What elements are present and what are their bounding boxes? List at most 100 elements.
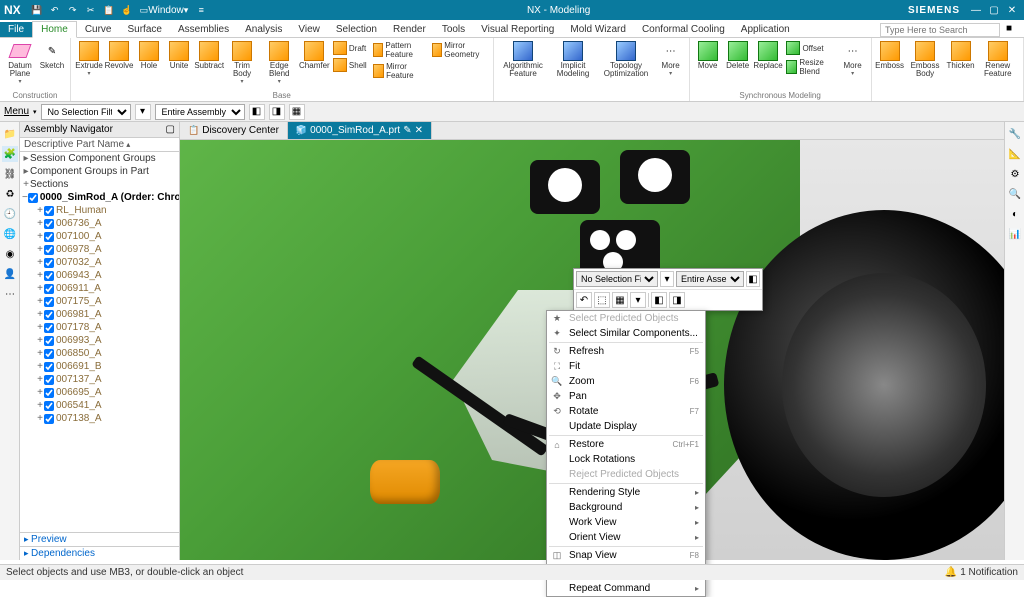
float-scope-dropdown[interactable]: Entire Assembly bbox=[676, 271, 744, 287]
tree-part-node[interactable]: +006978_A bbox=[20, 243, 179, 256]
cut-icon[interactable]: ✂ bbox=[83, 2, 99, 18]
tree-part-node[interactable]: +006541_A bbox=[20, 399, 179, 412]
window-menu[interactable]: ▭ Window ▾ bbox=[137, 2, 192, 18]
ctx-snap-view[interactable]: ◫Snap ViewF8 bbox=[547, 548, 705, 563]
sketch-button[interactable]: ✎Sketch bbox=[38, 40, 66, 71]
tree-part-node[interactable]: +007137_A bbox=[20, 373, 179, 386]
draft-button[interactable]: Draft bbox=[331, 40, 369, 56]
shell-button[interactable]: Shell bbox=[331, 57, 369, 73]
selection-filter-dropdown[interactable]: No Selection Filter bbox=[41, 104, 131, 120]
ctx-zoom[interactable]: 🔍ZoomF6 bbox=[547, 374, 705, 389]
ctx-pan[interactable]: ✥Pan bbox=[547, 389, 705, 404]
tree-part-node[interactable]: +006981_A bbox=[20, 308, 179, 321]
ctx-rendering-style[interactable]: Rendering Style▸ bbox=[547, 485, 705, 500]
hole-button[interactable]: Hole bbox=[135, 40, 163, 71]
float-filter-dropdown[interactable]: No Selection Filter bbox=[576, 271, 658, 287]
ctx-repeat-command[interactable]: Repeat Command▸ bbox=[547, 581, 705, 596]
search-input[interactable] bbox=[880, 23, 1000, 37]
ctx-refresh[interactable]: ↻RefreshF5 bbox=[547, 344, 705, 359]
thicken-button[interactable]: Thicken bbox=[947, 40, 975, 71]
copy-icon[interactable]: 📋 bbox=[101, 2, 117, 18]
emboss-body-button[interactable]: Emboss Body bbox=[906, 40, 945, 79]
rail-constraint-icon[interactable]: ⛓ bbox=[2, 166, 18, 182]
rrail-icon-1[interactable]: 🔧 bbox=[1007, 126, 1023, 142]
assembly-tree[interactable]: ▸Session Component Groups ▸Component Gro… bbox=[20, 152, 179, 532]
float-scope-icon[interactable]: ◧ bbox=[746, 271, 760, 287]
rail-assembly-navigator-icon[interactable]: 🧩 bbox=[2, 146, 18, 162]
rrail-icon-2[interactable]: 📐 bbox=[1007, 146, 1023, 162]
tab-close-icon[interactable]: ✕ bbox=[415, 125, 423, 136]
tab-active-part[interactable]: 🧊 0000_SimRod_A.prt ✎ ✕ bbox=[288, 122, 432, 139]
resize-blend-button[interactable]: Resize Blend bbox=[784, 57, 836, 77]
tree-part-node[interactable]: +006943_A bbox=[20, 269, 179, 282]
ctx-restore[interactable]: ⌂RestoreCtrl+F1 bbox=[547, 437, 705, 452]
help-icon[interactable]: ■ bbox=[1006, 23, 1020, 37]
selection-scope-dropdown[interactable]: Entire Assembly bbox=[155, 104, 245, 120]
tree-part-node[interactable]: +006993_A bbox=[20, 334, 179, 347]
more-button-2[interactable]: ⋯More▾ bbox=[839, 40, 867, 78]
trim-body-button[interactable]: Trim Body▾ bbox=[225, 40, 258, 86]
ctx-fit[interactable]: ⛶Fit bbox=[547, 359, 705, 374]
notification-button[interactable]: 🔔 1 Notification bbox=[945, 567, 1018, 578]
datum-plane-button[interactable]: Datum Plane▾ bbox=[4, 40, 36, 86]
chamfer-button[interactable]: Chamfer bbox=[300, 40, 329, 71]
tree-part-node[interactable]: +006691_B bbox=[20, 360, 179, 373]
tree-part-node[interactable]: +006850_A bbox=[20, 347, 179, 360]
rrail-icon-6[interactable]: 📊 bbox=[1007, 226, 1023, 242]
ctx-work-view[interactable]: Work View▸ bbox=[547, 515, 705, 530]
rail-more-icon[interactable]: ⋯ bbox=[2, 286, 18, 302]
rail-history-icon[interactable]: 🕘 bbox=[2, 206, 18, 222]
emboss-button[interactable]: Emboss bbox=[876, 40, 904, 71]
more-button-1[interactable]: ⋯More▾ bbox=[657, 40, 685, 78]
root-checkbox[interactable] bbox=[28, 193, 38, 203]
replace-face-button[interactable]: Replace bbox=[754, 40, 783, 71]
tree-part-node[interactable]: +007178_A bbox=[20, 321, 179, 334]
rail-browser-icon[interactable]: 🌐 bbox=[2, 226, 18, 242]
preview-section[interactable]: ▸ Preview bbox=[20, 532, 179, 546]
tab-analysis[interactable]: Analysis bbox=[237, 22, 290, 37]
topology-optimization-button[interactable]: Topology Optimization bbox=[597, 40, 654, 79]
float-icon-5[interactable]: ◧ bbox=[651, 292, 667, 308]
tree-part-node[interactable]: +007138_A bbox=[20, 412, 179, 425]
dependencies-section[interactable]: ▸ Dependencies bbox=[20, 546, 179, 560]
ctx-update-display[interactable]: Update Display bbox=[547, 419, 705, 434]
delete-face-button[interactable]: Delete bbox=[724, 40, 752, 71]
tab-mold-wizard[interactable]: Mold Wizard bbox=[562, 22, 634, 37]
float-icon-1[interactable]: ↶ bbox=[576, 292, 592, 308]
float-filter-options-icon[interactable]: ▾ bbox=[660, 271, 674, 287]
implicit-modeling-button[interactable]: Implicit Modeling bbox=[551, 40, 596, 79]
edge-blend-button[interactable]: Edge Blend▾ bbox=[261, 40, 298, 86]
float-icon-6[interactable]: ◨ bbox=[669, 292, 685, 308]
undo-icon[interactable]: ↶ bbox=[47, 2, 63, 18]
ctx-lock-rotations[interactable]: Lock Rotations bbox=[547, 452, 705, 467]
tree-part-node[interactable]: +006911_A bbox=[20, 282, 179, 295]
touch-icon[interactable]: ☝ bbox=[119, 2, 135, 18]
pattern-feature-button[interactable]: Pattern Feature bbox=[371, 40, 428, 60]
tree-part-node[interactable]: +007100_A bbox=[20, 230, 179, 243]
ctx-rotate[interactable]: ⟲RotateF7 bbox=[547, 404, 705, 419]
toolbar-icon-1[interactable]: ◧ bbox=[249, 104, 265, 120]
float-icon-3[interactable]: ▦ bbox=[612, 292, 628, 308]
context-menu[interactable]: ★Select Predicted Objects✦Select Similar… bbox=[546, 310, 706, 597]
algorithmic-feature-button[interactable]: Algorithmic Feature bbox=[498, 40, 549, 79]
rrail-icon-5[interactable]: ◐ bbox=[1007, 206, 1023, 222]
tab-file[interactable]: File bbox=[0, 22, 32, 37]
rail-reuse-icon[interactable]: ♻ bbox=[2, 186, 18, 202]
redo-icon[interactable]: ↷ bbox=[65, 2, 81, 18]
renew-feature-button[interactable]: Renew Feature bbox=[977, 40, 1019, 79]
extrude-button[interactable]: Extrude▾ bbox=[75, 40, 103, 78]
filter-options-icon[interactable]: ▾ bbox=[135, 104, 151, 120]
rail-roles-icon[interactable]: 👤 bbox=[2, 266, 18, 282]
toolbar-icon-3[interactable]: ▦ bbox=[289, 104, 305, 120]
qat-overflow-icon[interactable]: ≡ bbox=[193, 2, 209, 18]
subtract-button[interactable]: Subtract bbox=[195, 40, 223, 71]
toolbar-icon-2[interactable]: ◨ bbox=[269, 104, 285, 120]
mirror-geometry-button[interactable]: Mirror Geometry bbox=[430, 40, 489, 60]
tree-part-node[interactable]: +006736_A bbox=[20, 217, 179, 230]
tab-tools[interactable]: Tools bbox=[434, 22, 473, 37]
ctx-orient-view[interactable]: Orient View▸ bbox=[547, 530, 705, 545]
revolve-button[interactable]: Revolve bbox=[105, 40, 133, 71]
tab-curve[interactable]: Curve bbox=[77, 22, 120, 37]
tree-part-node[interactable]: +007175_A bbox=[20, 295, 179, 308]
close-icon[interactable]: ✕ bbox=[1004, 2, 1020, 18]
